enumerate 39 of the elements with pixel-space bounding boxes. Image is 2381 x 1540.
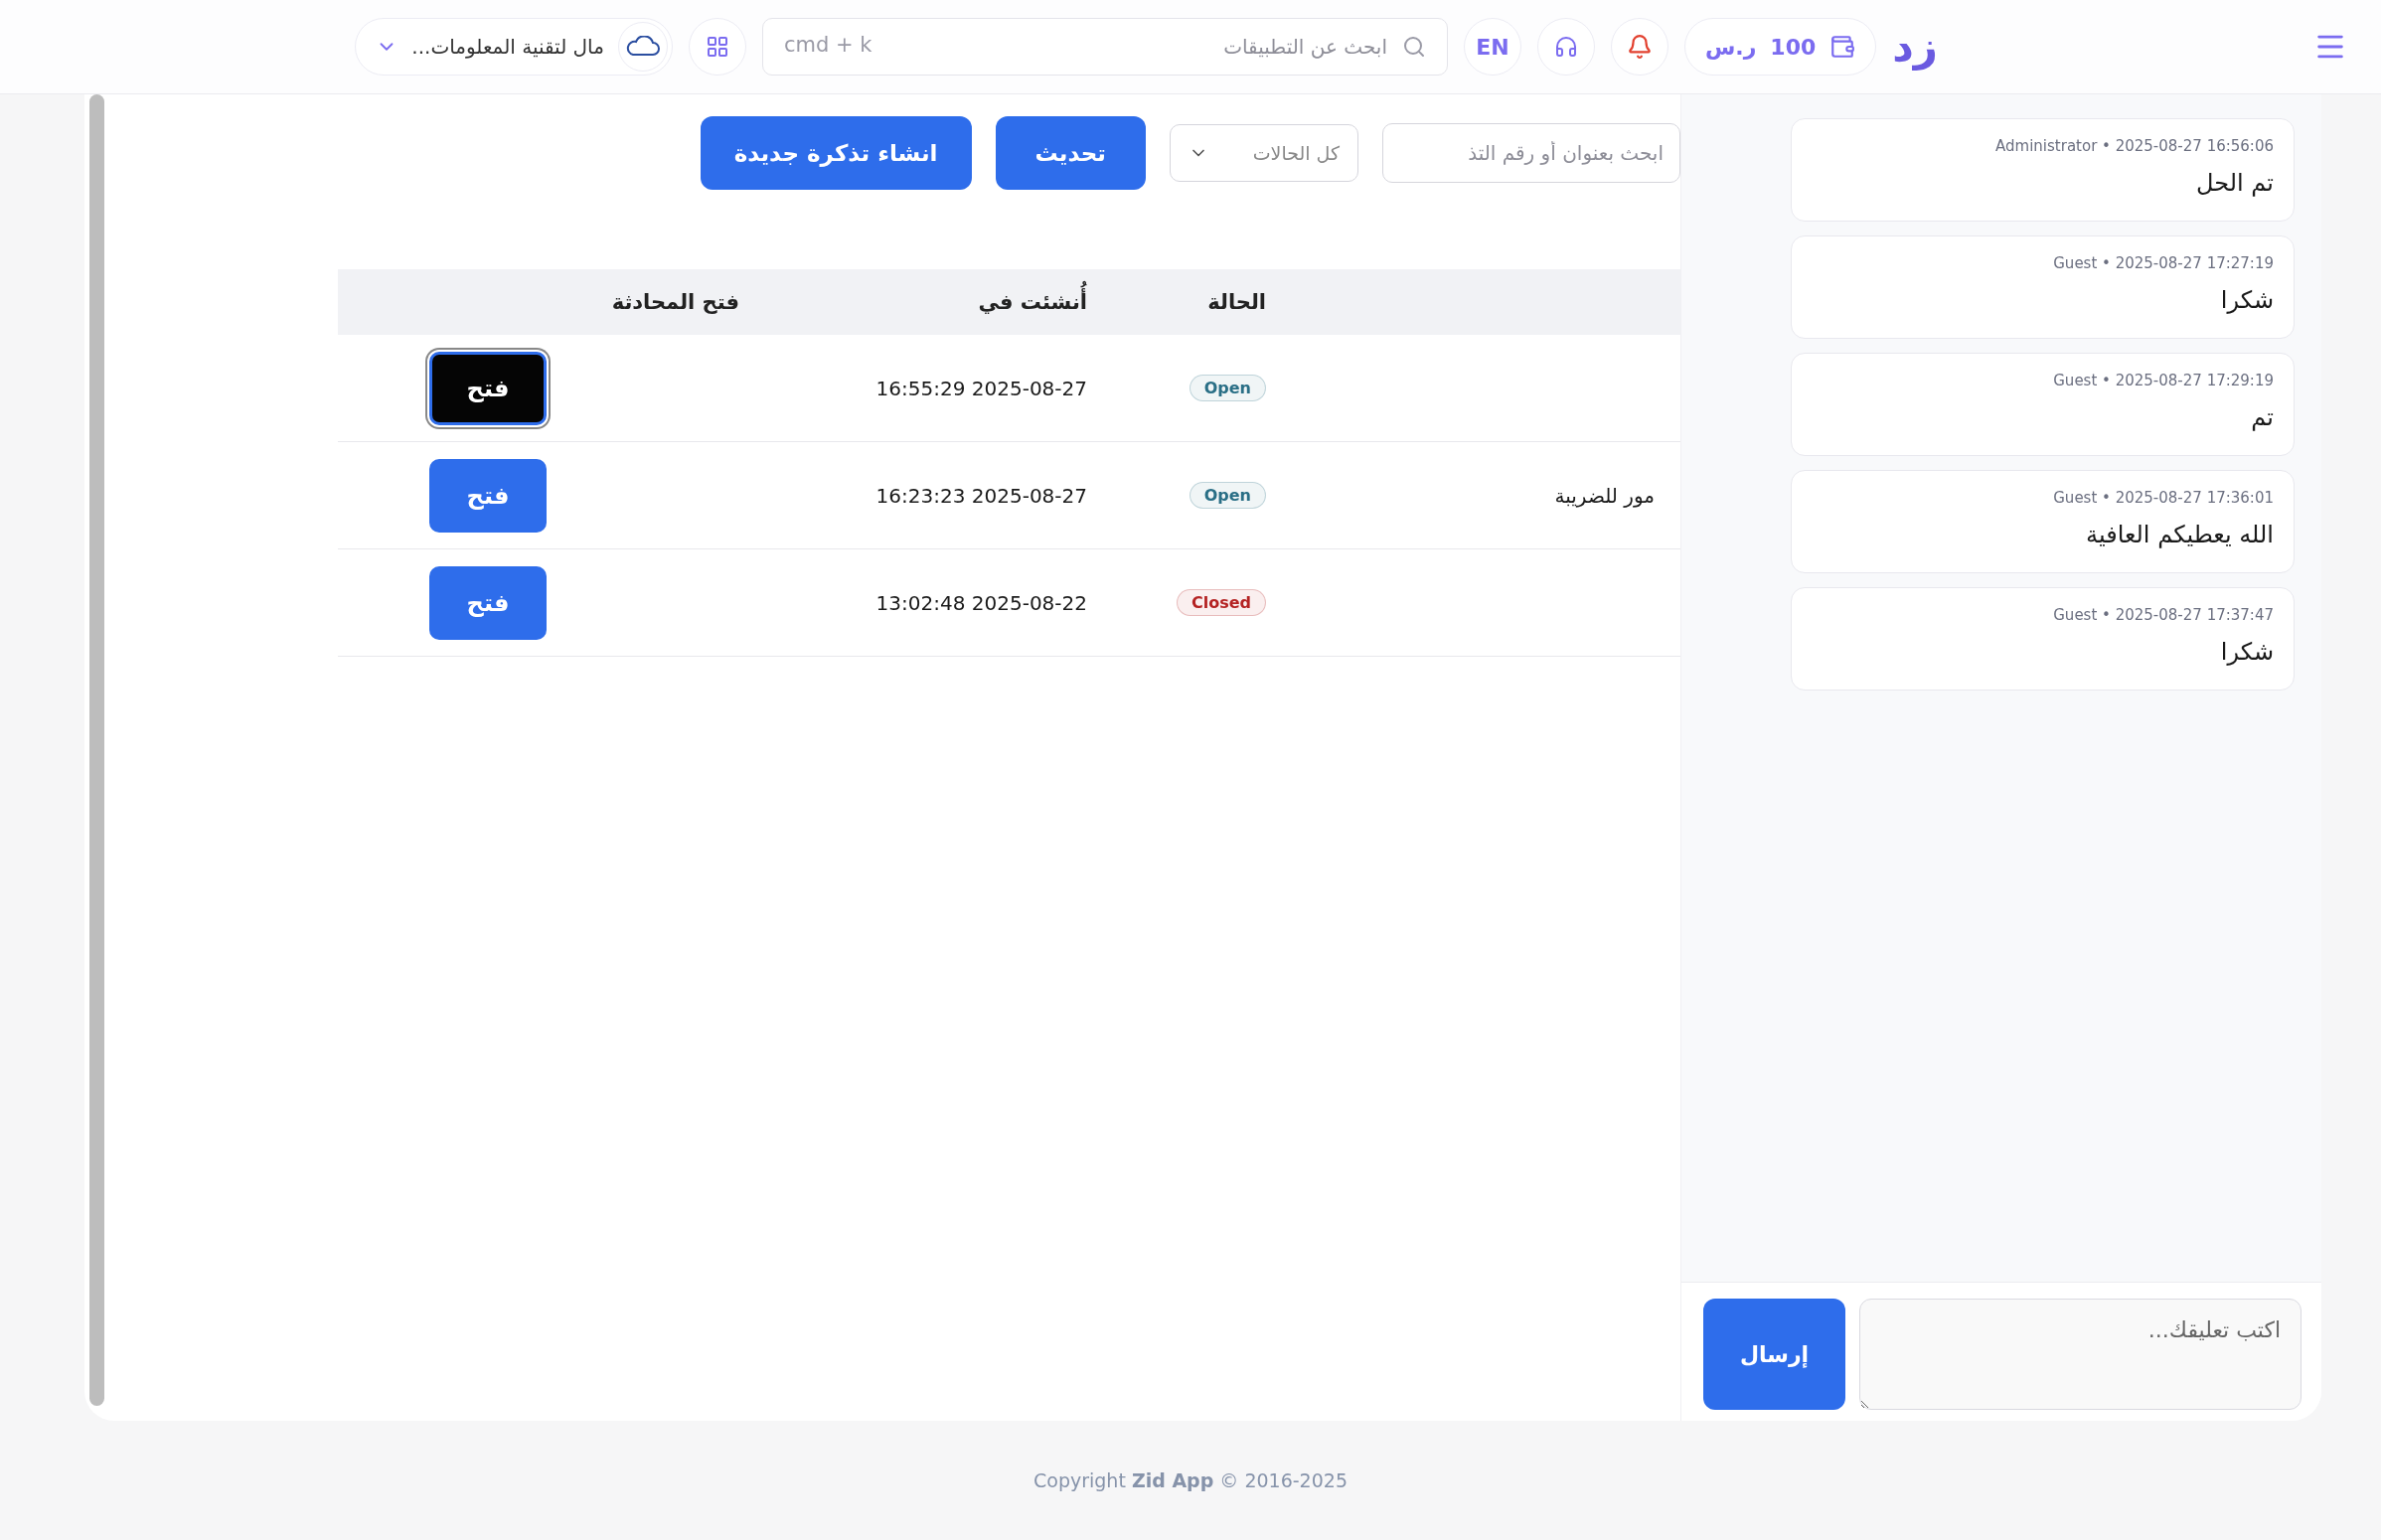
message-meta: Guest • 2025-08-27 17:27:19 (2052, 254, 2274, 272)
column-header: أُنشئت في (765, 269, 1113, 335)
create-ticket-button[interactable]: انشاء تذكرة جديدة (700, 116, 972, 190)
message-meta: Guest • 2025-08-27 17:36:01 (2052, 489, 2274, 507)
message-text: الله يعطيكم العافية (2085, 521, 2274, 548)
comment-field[interactable]: اكتب تعليقك... (1859, 1299, 2302, 1410)
wallet-icon (1829, 34, 1856, 60)
message-meta: Administrator • 2025-08-27 16:56:06 (1994, 137, 2274, 155)
headset-icon (1553, 35, 1578, 59)
language-button[interactable]: EN (1463, 18, 1521, 76)
message-text: تم الحل (2195, 169, 2274, 197)
status-badge: Closed (1176, 589, 1266, 616)
grid-icon (705, 35, 729, 59)
message-text: شكرا (2219, 286, 2274, 314)
message-meta: Guest • 2025-08-27 17:29:19 (2052, 372, 2274, 389)
search-icon (1401, 35, 1426, 59)
copyright-text: Copyright Zid App © 2016-2025 (1033, 1469, 1348, 1491)
column-header: الحالة (1113, 269, 1292, 335)
scrollbar-thumb[interactable] (89, 94, 104, 1406)
message-text: شكرا (2219, 638, 2274, 666)
table-cell: مور للضريبة (1554, 483, 1655, 508)
store-switcher[interactable]: مال لتقنية المعلومات... (355, 18, 673, 76)
column-header: فتح المحادثة (338, 269, 765, 335)
status-badge: Open (1189, 482, 1266, 509)
shortcut-hint: cmd + k (783, 33, 873, 57)
table-cell: 2025-08-27 16:55:29 (875, 376, 1087, 400)
open-chat-button[interactable]: فتح (429, 565, 547, 640)
message-meta: Guest • 2025-08-27 17:37:47 (2052, 606, 2274, 624)
table-cell: 2025-08-27 16:23:23 (875, 483, 1087, 508)
status-filter[interactable]: كل الحالات (1170, 124, 1358, 182)
message-text: تم (2250, 403, 2274, 431)
wallet-currency: ر.س (1704, 34, 1757, 60)
status-badge: Open (1189, 375, 1266, 401)
wallet-amount: 100 (1770, 34, 1817, 60)
open-chat-button[interactable]: فتح (429, 458, 547, 533)
table-cell: 2025-08-22 13:02:48 (875, 590, 1087, 615)
bell-icon (1626, 34, 1653, 60)
refresh-button[interactable]: تحديث (995, 116, 1146, 190)
send-button[interactable]: إرسال (1703, 1299, 1845, 1410)
